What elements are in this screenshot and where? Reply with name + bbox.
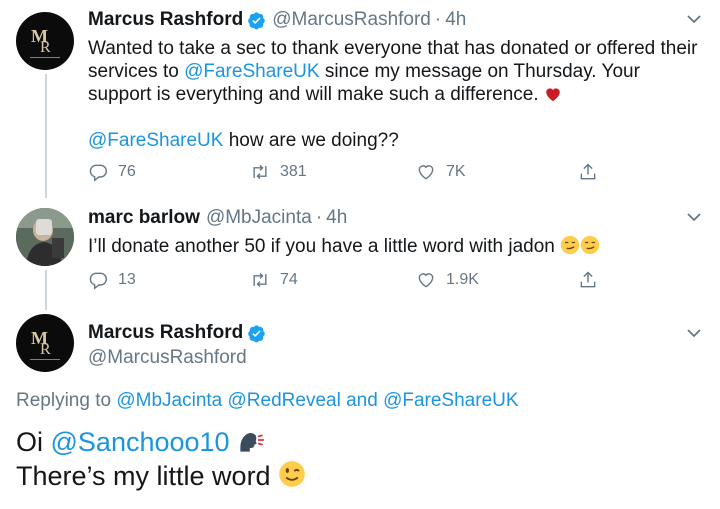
tweet-actions: 76 381 7K (88, 162, 608, 186)
avatar[interactable]: M R (16, 314, 74, 372)
mention-link[interactable]: @FareShareUK (184, 61, 319, 82)
mention-link[interactable]: @FareShareUK (383, 390, 518, 411)
like-count: 1.9K (446, 271, 479, 288)
timestamp[interactable]: 4h (445, 9, 466, 31)
share-icon (580, 163, 596, 180)
timestamp[interactable]: 4h (326, 207, 347, 229)
mention-link[interactable]: @Sanchooo10 (51, 427, 230, 457)
thread-line (45, 74, 47, 198)
replying-and: and (340, 390, 384, 411)
avatar[interactable]: M R (16, 12, 74, 70)
heart-emoji (546, 88, 560, 102)
replying-to: Replying to @MbJacinta @RedReveal and @F… (16, 389, 519, 412)
reply-icon (89, 272, 108, 290)
display-name[interactable]: Marcus Rashford (88, 322, 243, 344)
separator-dot: · (315, 207, 323, 228)
tweet-text-part: I’ll donate another 50 if you have a lit… (88, 236, 555, 257)
handle[interactable]: @MbJacinta (206, 207, 312, 229)
retweet-icon (253, 272, 267, 288)
mention-link[interactable]: @RedReveal (228, 390, 341, 411)
like-button[interactable]: 1.9K (416, 270, 479, 290)
verified-badge-icon (248, 11, 266, 29)
replying-prefix: Replying to (16, 390, 117, 411)
reply-button[interactable]: 13 (88, 270, 136, 290)
display-name[interactable]: marc barlow (88, 207, 200, 229)
wink-emoji (279, 461, 305, 487)
tweet-text-line1: Oi @Sanchooo10 (16, 425, 306, 459)
svg-text:R: R (40, 341, 51, 358)
like-icon (418, 165, 434, 180)
tweet-text-part: There’s my little word (16, 461, 271, 491)
like-icon (418, 273, 434, 288)
like-button[interactable]: 7K (416, 162, 466, 182)
tweet-text: I’ll donate another 50 if you have a lit… (88, 235, 600, 258)
handle[interactable]: @MarcusRashford (272, 9, 431, 31)
share-icon (580, 271, 596, 288)
svg-text:R: R (40, 39, 51, 56)
share-button[interactable] (578, 270, 608, 290)
tweet-text-line2: @FareShareUK how are we doing?? (88, 129, 399, 152)
retweet-button[interactable]: 74 (250, 270, 298, 290)
display-name[interactable]: Marcus Rashford (88, 9, 243, 31)
reply-icon (89, 164, 108, 182)
retweet-count: 74 (280, 271, 298, 288)
retweet-icon (253, 164, 267, 180)
share-button[interactable] (578, 162, 608, 182)
mr-logo-icon: M R (30, 26, 60, 58)
tweet-text: Oi @Sanchooo10 There’s my little word (16, 425, 306, 493)
like-count: 7K (446, 163, 466, 180)
separator-dot: · (434, 9, 442, 30)
user-photo-icon (16, 208, 74, 266)
tweet-header: Marcus Rashford (88, 322, 266, 344)
tweet-text-part: how are we doing?? (223, 130, 399, 151)
reply-count: 76 (118, 163, 136, 180)
tweet-header: marc barlow @MbJacinta · 4h (88, 207, 347, 229)
mention-link[interactable]: @FareShareUK (88, 130, 223, 151)
tweet-text: Wanted to take a sec to thank everyone t… (88, 37, 708, 106)
handle-row: @MarcusRashford (88, 347, 247, 369)
mr-logo-icon: M R (30, 328, 60, 360)
verified-badge-icon (248, 324, 266, 342)
tweet-text-line2: There’s my little word (16, 459, 306, 493)
handle[interactable]: @MarcusRashford (88, 347, 247, 369)
retweet-button[interactable]: 381 (250, 162, 307, 182)
thread-line (45, 270, 47, 310)
mention-link[interactable]: @MbJacinta (116, 390, 222, 411)
speaking-head-emoji (240, 433, 264, 452)
chevron-down-icon[interactable] (686, 211, 702, 223)
reply-count: 13 (118, 271, 136, 288)
reply-button[interactable]: 76 (88, 162, 136, 182)
tweet-text-part: Oi (16, 427, 51, 457)
smirk-emoji (560, 235, 580, 255)
avatar[interactable] (16, 208, 74, 266)
retweet-count: 381 (280, 163, 307, 180)
smirk-emoji (580, 235, 600, 255)
tweet-header: Marcus Rashford @MarcusRashford · 4h (88, 9, 466, 31)
tweet-actions: 13 74 1.9K (88, 270, 608, 294)
chevron-down-icon[interactable] (686, 13, 702, 25)
chevron-down-icon[interactable] (686, 327, 702, 339)
